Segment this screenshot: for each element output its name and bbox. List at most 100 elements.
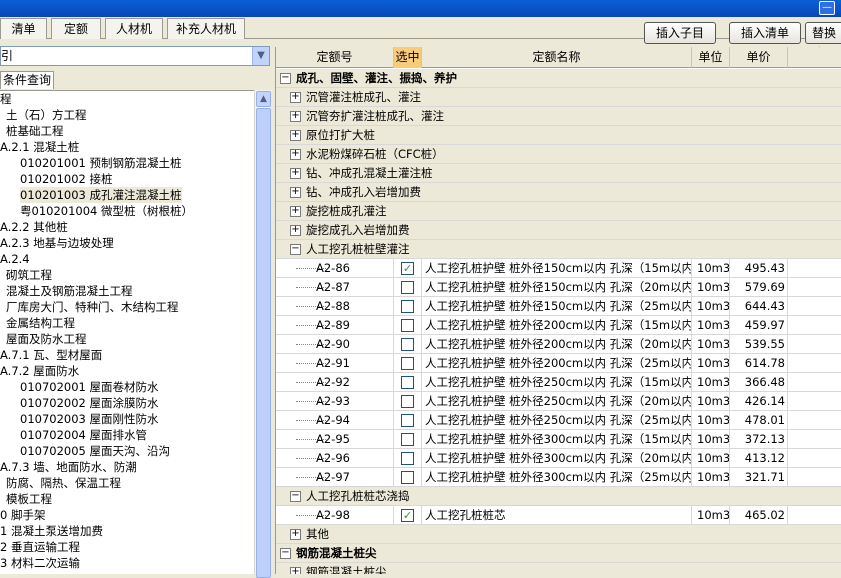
insert-child-button[interactable]: 插入子目	[644, 22, 716, 44]
scroll-thumb[interactable]	[256, 108, 271, 578]
table-row[interactable]: A2-89 人工挖孔桩护壁 桩外径200cm以内 孔深（15m以内） 10m3 459…	[276, 316, 841, 335]
collapse-icon[interactable]: −	[290, 244, 301, 255]
tab-list[interactable]: 清单	[0, 18, 47, 39]
group-row[interactable]: + 钢筋混凝土桩尖	[276, 563, 841, 574]
table-row[interactable]: A2-88 人工挖孔桩护壁 桩外径150cm以内 孔深（25m以内） 10m3 644…	[276, 297, 841, 316]
group-row[interactable]: + 旋挖桩成孔灌注	[276, 202, 841, 221]
section-row[interactable]: − 成孔、固壁、灌注、振捣、养护	[276, 69, 841, 88]
tree-item[interactable]: 010201002 接桩	[20, 171, 113, 187]
expand-icon[interactable]: +	[290, 130, 301, 141]
tree-item[interactable]: 土（石）方工程	[6, 107, 87, 123]
collapse-icon[interactable]: −	[280, 73, 291, 84]
tree-item[interactable]: 010702001 屋面卷材防水	[20, 379, 159, 395]
section-row[interactable]: − 钢筋混凝土桩尖	[276, 544, 841, 563]
select-checkbox[interactable]	[401, 338, 414, 351]
select-checkbox[interactable]	[401, 452, 414, 465]
tree-item[interactable]: A.2.2 其他桩	[0, 219, 68, 235]
tree-item[interactable]: A.2.1 混凝土桩	[0, 139, 79, 155]
tree-item[interactable]: 3 材料二次运输	[0, 555, 80, 571]
expand-icon[interactable]: +	[290, 187, 301, 198]
group-row[interactable]: + 原位打扩大桩	[276, 126, 841, 145]
tree-item[interactable]: A.7.2 屋面防水	[0, 363, 79, 379]
tab-labor-material[interactable]: 人材机	[105, 18, 163, 39]
tree-item[interactable]: 砌筑工程	[6, 267, 52, 283]
expand-icon[interactable]: +	[290, 92, 301, 103]
tree-item[interactable]: 程	[0, 91, 12, 107]
replace-button[interactable]: 替换清	[805, 22, 841, 60]
tree-item[interactable]: 010702005 屋面天沟、沿沟	[20, 443, 170, 459]
select-checkbox[interactable]	[401, 281, 414, 294]
select-checkbox[interactable]	[401, 433, 414, 446]
chevron-down-icon[interactable]: ▼	[252, 47, 269, 65]
col-selected[interactable]: 选中	[394, 47, 422, 68]
col-code[interactable]: 定额号	[276, 47, 394, 68]
table-row[interactable]: A2-87 人工挖孔桩护壁 桩外径150cm以内 孔深（20m以内） 10m3 579…	[276, 278, 841, 297]
tab-supplement[interactable]: 补充人材机	[167, 18, 245, 39]
select-checkbox[interactable]	[401, 471, 414, 484]
group-row[interactable]: − 人工挖孔桩桩芯浇捣	[276, 487, 841, 506]
group-row[interactable]: + 沉管夯扩灌注桩成孔、灌注	[276, 107, 841, 126]
table-row[interactable]: A2-95 人工挖孔桩护壁 桩外径300cm以内 孔深（15m以内） 10m3 372…	[276, 430, 841, 449]
tree-item[interactable]: A.7.1 瓦、型材屋面	[0, 347, 102, 363]
group-row[interactable]: + 水泥粉煤碎石桩（CFC桩）	[276, 145, 841, 164]
scroll-up-icon[interactable]: ▲	[256, 91, 271, 107]
tree-item[interactable]: 010702004 屋面排水管	[20, 427, 147, 443]
tree-item[interactable]: 桩基础工程	[6, 123, 64, 139]
tab-condition-query[interactable]: 条件查询	[0, 71, 55, 89]
tree-item[interactable]: A.2.3 地基与边坡处理	[0, 235, 114, 251]
tree-item[interactable]: 防腐、隔热、保温工程	[6, 475, 121, 491]
select-checkbox[interactable]	[401, 300, 414, 313]
expand-icon[interactable]: +	[290, 206, 301, 217]
col-price[interactable]: 单价	[730, 47, 788, 68]
tree-item[interactable]: 屋面及防水工程	[6, 331, 87, 347]
expand-icon[interactable]: +	[290, 225, 301, 236]
insert-list-button[interactable]: 插入清单(I)	[729, 22, 801, 60]
table-row[interactable]: A2-86 ✓ 人工挖孔桩护壁 桩外径150cm以内 孔深（15m以内） 10m3 49…	[276, 259, 841, 278]
tree-item[interactable]: 模板工程	[6, 491, 52, 507]
tab-quota[interactable]: 定额	[51, 18, 101, 39]
tree-item[interactable]: 010702003 屋面刚性防水	[20, 411, 159, 427]
tree-item[interactable]: 粤010201004 微型桩（树根桩）	[20, 203, 193, 219]
select-checkbox[interactable]	[401, 319, 414, 332]
select-checkbox[interactable]	[401, 376, 414, 389]
expand-icon[interactable]: +	[290, 567, 301, 574]
tree-item[interactable]: 010702002 屋面涂膜防水	[20, 395, 159, 411]
col-name[interactable]: 定额名称	[422, 47, 692, 68]
tree-item[interactable]: A.2.4	[0, 251, 30, 267]
group-row[interactable]: + 旋挖成孔入岩增加费	[276, 221, 841, 240]
table-row[interactable]: A2-90 人工挖孔桩护壁 桩外径200cm以内 孔深（20m以内） 10m3 539…	[276, 335, 841, 354]
table-row[interactable]: A2-98 ✓ 人工挖孔桩桩芯 10m3 465.02	[276, 506, 841, 525]
select-checkbox[interactable]: ✓	[401, 509, 414, 522]
tree-scrollbar[interactable]: ▲	[254, 90, 271, 578]
table-row[interactable]: A2-92 人工挖孔桩护壁 桩外径250cm以内 孔深（15m以内） 10m3 366…	[276, 373, 841, 392]
table-row[interactable]: A2-93 人工挖孔桩护壁 桩外径250cm以内 孔深（20m以内） 10m3 426…	[276, 392, 841, 411]
table-row[interactable]: A2-94 人工挖孔桩护壁 桩外径250cm以内 孔深（25m以内） 10m3 478…	[276, 411, 841, 430]
tree-item[interactable]: 2 垂直运输工程	[0, 539, 80, 555]
tree-item[interactable]: A.7.3 墙、地面防水、防潮	[0, 459, 137, 475]
table-row[interactable]: A2-96 人工挖孔桩护壁 桩外径300cm以内 孔深（20m以内） 10m3 413…	[276, 449, 841, 468]
group-row[interactable]: + 其他	[276, 525, 841, 544]
group-row[interactable]: + 钻、冲成孔混凝土灌注桩	[276, 164, 841, 183]
tree-item[interactable]: 金属结构工程	[6, 315, 75, 331]
tree-item[interactable]: 010201003 成孔灌注混凝土桩	[20, 187, 182, 203]
group-row[interactable]: − 人工挖孔桩桩壁灌注	[276, 240, 841, 259]
table-row[interactable]: A2-91 人工挖孔桩护壁 桩外径200cm以内 孔深（25m以内） 10m3 614…	[276, 354, 841, 373]
tree-item[interactable]: 1 混凝土泵送增加费	[0, 523, 103, 539]
expand-icon[interactable]: +	[290, 529, 301, 540]
tree-item[interactable]: 010201001 预制钢筋混凝土桩	[20, 155, 182, 171]
expand-icon[interactable]: +	[290, 149, 301, 160]
tree-item[interactable]: 0 脚手架	[0, 507, 45, 523]
minimize-icon[interactable]: —	[819, 1, 835, 15]
select-checkbox[interactable]	[401, 395, 414, 408]
collapse-icon[interactable]: −	[290, 491, 301, 502]
tree-item[interactable]: 厂库房大门、特种门、木结构工程	[6, 299, 179, 315]
select-checkbox[interactable]: ✓	[401, 262, 414, 275]
expand-icon[interactable]: +	[290, 111, 301, 122]
collapse-icon[interactable]: −	[280, 548, 291, 559]
col-unit[interactable]: 单位	[692, 47, 730, 68]
expand-icon[interactable]: +	[290, 168, 301, 179]
group-row[interactable]: + 钻、冲成孔入岩增加费	[276, 183, 841, 202]
category-select[interactable]: 引 ▼	[0, 46, 270, 66]
tree-item[interactable]: 混凝土及钢筋混凝土工程	[6, 283, 133, 299]
select-checkbox[interactable]	[401, 357, 414, 370]
